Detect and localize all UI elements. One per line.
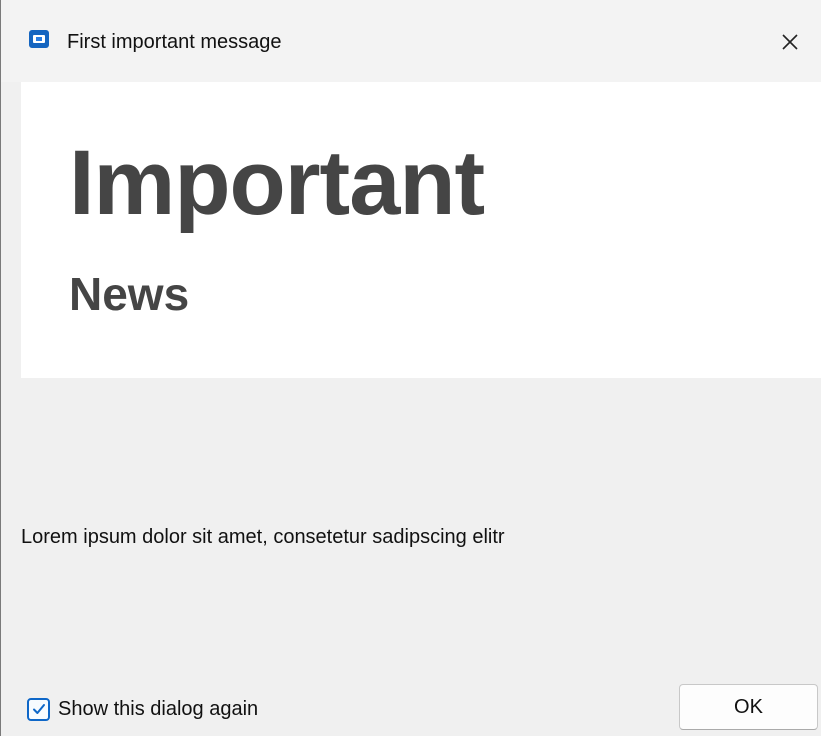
app-window-icon — [29, 30, 49, 48]
title-bar: First important message — [1, 0, 821, 82]
show-dialog-again-label: Show this dialog again — [58, 698, 259, 720]
banner-headline: Important — [69, 132, 485, 234]
banner-subheadline: News — [69, 268, 190, 320]
show-dialog-again-checkbox[interactable] — [27, 697, 50, 721]
close-icon[interactable] — [780, 32, 800, 52]
close-button[interactable] — [769, 22, 811, 62]
ok-button[interactable]: OK — [679, 684, 818, 730]
important-news-banner: Important News — [21, 82, 821, 378]
window-title: First important message — [67, 31, 282, 53]
checkmark-icon — [32, 704, 45, 714]
show-dialog-again-checkbox-row[interactable]: Show this dialog again — [27, 695, 258, 723]
dialog-window: First important message Important News L… — [0, 0, 821, 736]
dialog-message: Lorem ipsum dolor sit amet, consetetur s… — [21, 526, 505, 548]
